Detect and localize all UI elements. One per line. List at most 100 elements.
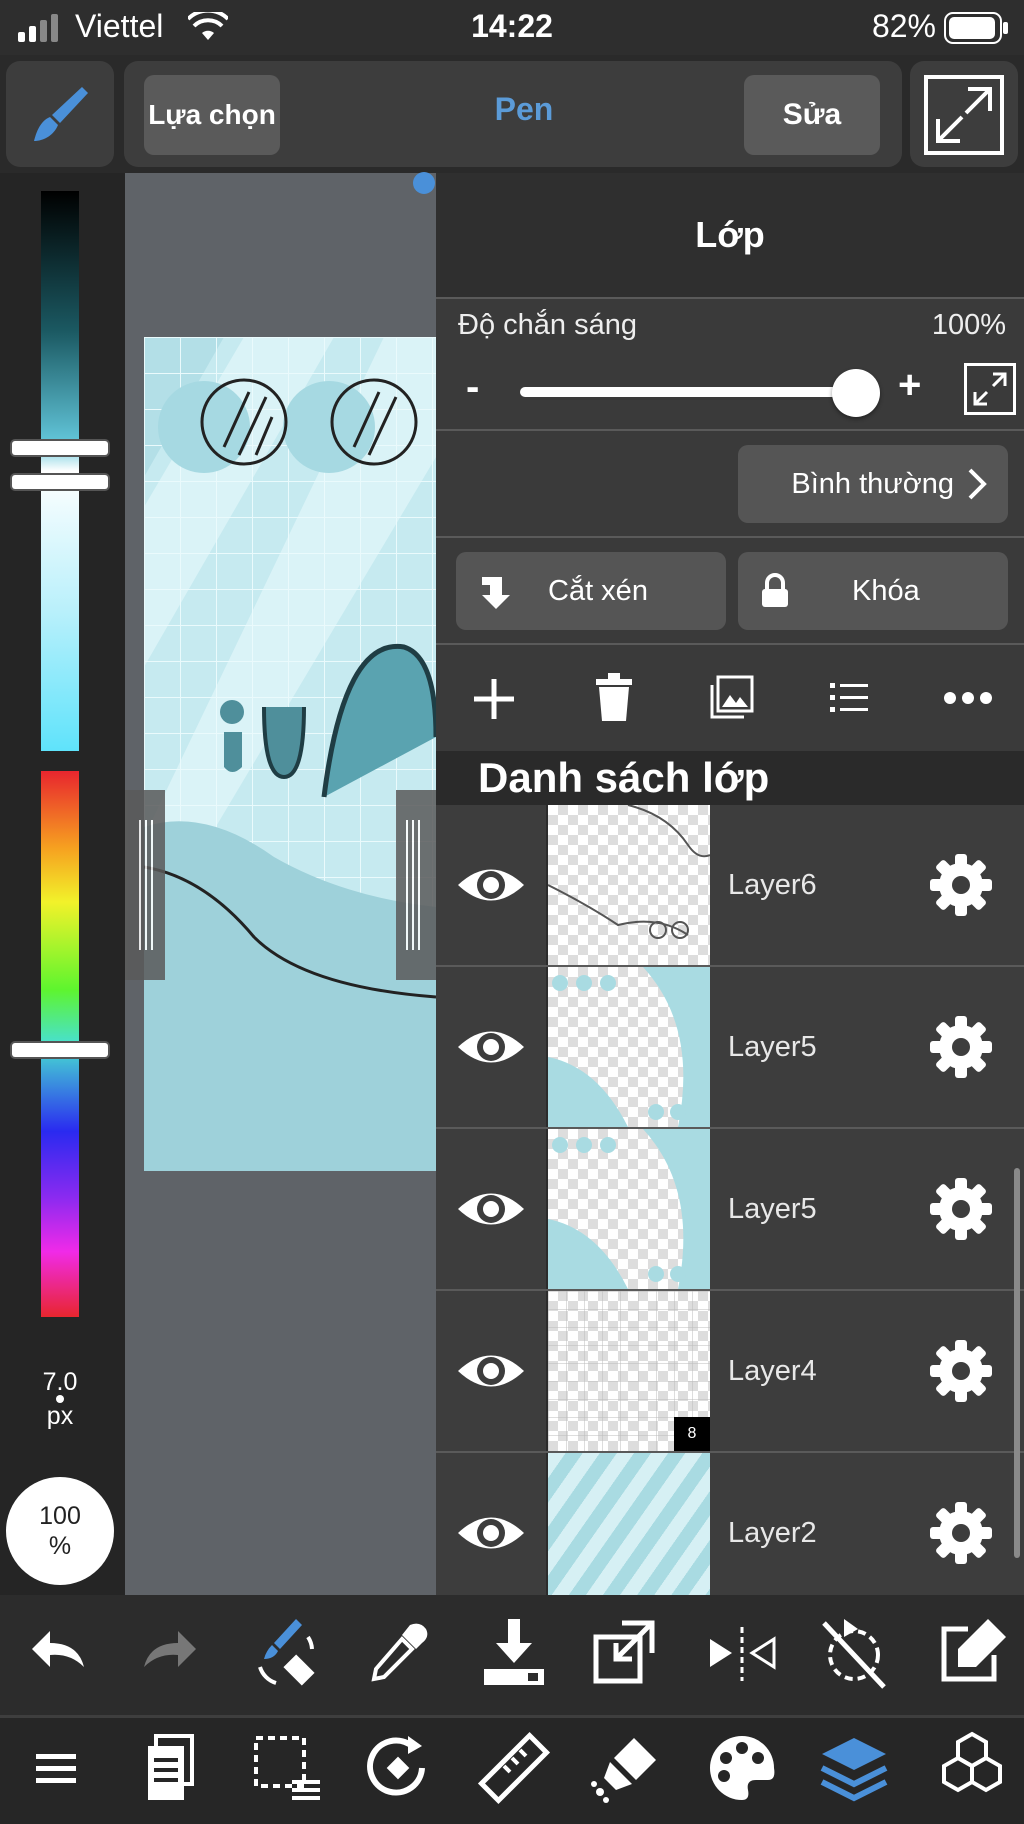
brush-opacity-value: 100	[39, 1502, 81, 1530]
divider	[436, 536, 1024, 538]
divider	[436, 297, 1024, 299]
brightness-slider[interactable]	[41, 191, 79, 751]
expand-icon	[924, 75, 1004, 155]
layer-panel: Lớp Độ chắn sáng 100% - + Bình thường Cắ…	[436, 173, 1024, 1595]
layer-name[interactable]: Layer2	[728, 1453, 817, 1595]
layers-icon[interactable]	[814, 1728, 894, 1808]
layer-row[interactable]: Layer5	[436, 967, 1024, 1129]
visibility-toggle[interactable]	[436, 1453, 548, 1595]
layer-name[interactable]: Layer6	[728, 805, 817, 965]
color-palette-icon[interactable]	[702, 1728, 782, 1808]
undo-icon[interactable]	[18, 1615, 98, 1695]
brush-eraser-switch-icon[interactable]	[246, 1613, 326, 1693]
battery-icon	[944, 12, 1008, 44]
selection-icon[interactable]	[246, 1728, 326, 1808]
layer-thumbnail[interactable]	[548, 1453, 710, 1595]
eye-icon	[458, 1193, 524, 1225]
bottom-toolbar-actions	[0, 1595, 1024, 1715]
layer-page-indicator[interactable]	[413, 172, 435, 194]
gear-icon[interactable]	[926, 1174, 996, 1244]
status-bar: Viettel 14:22 82%	[0, 0, 1024, 55]
visibility-toggle[interactable]	[436, 1129, 548, 1289]
brush-icon	[34, 87, 88, 141]
layer-list: Layer6 Layer5 Layer5 8 Layer4 Layer2	[436, 805, 1024, 1595]
opacity-label: Độ chắn sáng	[458, 309, 637, 341]
blend-mode-button[interactable]: Bình thường	[738, 445, 1008, 523]
fullscreen-button[interactable]	[910, 61, 1018, 167]
brush-size-indicator[interactable]: 7.0 px	[0, 1369, 120, 1429]
flip-horizontal-icon[interactable]	[702, 1615, 782, 1695]
brush-opacity-button[interactable]: 100 %	[6, 1477, 114, 1585]
layer-row[interactable]: Layer2	[436, 1453, 1024, 1595]
canvas-artwork	[144, 337, 436, 1171]
divider	[436, 643, 1024, 645]
opacity-expand-button[interactable]	[964, 363, 1016, 415]
layer-name[interactable]: Layer5	[728, 967, 817, 1127]
lock-icon	[762, 573, 788, 607]
layer-thumbnail[interactable]: 8	[548, 1291, 710, 1451]
visibility-toggle[interactable]	[436, 967, 548, 1127]
brush-tool-button[interactable]	[6, 61, 114, 167]
layer-panel-title: Lớp	[695, 214, 765, 255]
lock-label: Khóa	[852, 574, 920, 607]
canvas-rotate-icon[interactable]	[358, 1728, 438, 1808]
gear-icon[interactable]	[926, 1498, 996, 1568]
layer-image-icon[interactable]	[710, 675, 754, 719]
clip-button[interactable]: Cắt xén	[456, 552, 726, 630]
layer-list-scrollbar[interactable]	[1014, 1168, 1020, 1558]
clip-arrow-icon	[482, 577, 510, 609]
material-icon[interactable]	[586, 1728, 666, 1808]
ruler-icon[interactable]	[474, 1728, 554, 1808]
right-panel-handle[interactable]	[396, 790, 436, 980]
layer-thumbnail[interactable]	[548, 967, 710, 1127]
edit-layer-icon[interactable]	[932, 1613, 1012, 1693]
more-options-icon[interactable]	[944, 691, 992, 705]
layer-list-header: Danh sách lớp	[436, 751, 1024, 805]
eyedropper-icon[interactable]	[358, 1615, 438, 1695]
edit-button[interactable]: Sửa	[744, 75, 880, 155]
select-button[interactable]: Lựa chọn	[144, 75, 280, 155]
top-toolbar: Lựa chọn Pen Sửa	[0, 55, 1024, 173]
hue-handle[interactable]	[12, 1043, 108, 1057]
eye-icon	[458, 1517, 524, 1549]
drawing-canvas[interactable]	[144, 337, 436, 1171]
layer-name[interactable]: Layer5	[728, 1129, 817, 1289]
color-panel: 7.0 px 100 %	[0, 173, 125, 1595]
gear-icon[interactable]	[926, 1012, 996, 1082]
opacity-slider-track[interactable]	[520, 387, 878, 397]
opacity-plus-button[interactable]: +	[898, 363, 921, 408]
3d-model-icon[interactable]	[932, 1728, 1012, 1808]
brush-size-value: 7.0	[42, 1368, 78, 1396]
visibility-toggle[interactable]	[436, 805, 548, 965]
layer-panel-header: Lớp	[436, 173, 1024, 297]
layer-name[interactable]: Layer4	[728, 1291, 817, 1451]
left-panel-handle[interactable]	[125, 790, 165, 980]
menu-icon[interactable]	[18, 1728, 98, 1808]
layer-list-title: Danh sách lớp	[478, 754, 770, 801]
transform-icon[interactable]	[586, 1613, 666, 1693]
layer-row[interactable]: Layer5	[436, 1129, 1024, 1291]
layer-row[interactable]: 8 Layer4	[436, 1291, 1024, 1453]
redo-icon[interactable]	[130, 1615, 210, 1695]
tool-name[interactable]: Pen	[424, 91, 624, 128]
visibility-toggle[interactable]	[436, 1291, 548, 1451]
opacity-minus-button[interactable]: -	[466, 365, 479, 410]
layer-list-icon[interactable]	[830, 677, 870, 717]
brightness-handle-bottom[interactable]	[12, 475, 108, 489]
gear-icon[interactable]	[926, 850, 996, 920]
eye-icon	[458, 869, 524, 901]
brightness-handle-top[interactable]	[12, 441, 108, 455]
layer-row[interactable]: Layer6	[436, 805, 1024, 967]
pages-icon[interactable]	[130, 1728, 210, 1808]
layer-thumbnail[interactable]	[548, 805, 710, 965]
gear-icon[interactable]	[926, 1336, 996, 1406]
opacity-slider-knob[interactable]	[832, 369, 880, 417]
brush-opacity-unit: %	[48, 1532, 72, 1560]
save-icon[interactable]	[474, 1613, 554, 1693]
opacity-value: 100%	[931, 309, 1006, 341]
layer-thumbnail[interactable]	[548, 1129, 710, 1289]
rotate-reset-icon[interactable]	[814, 1613, 894, 1693]
delete-layer-icon[interactable]	[594, 673, 634, 723]
add-layer-icon[interactable]	[472, 677, 516, 721]
lock-button[interactable]: Khóa	[738, 552, 1008, 630]
